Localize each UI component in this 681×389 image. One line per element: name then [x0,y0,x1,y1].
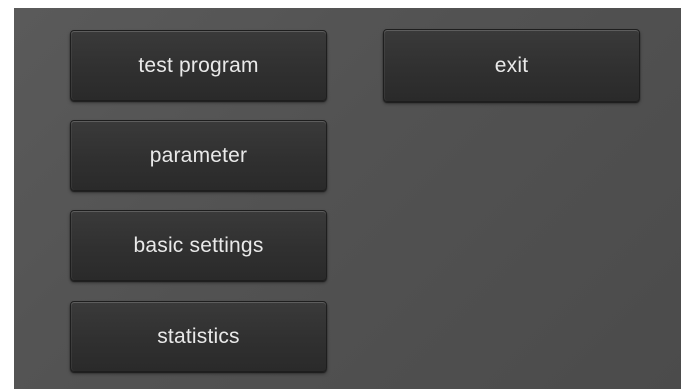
test-program-label: test program [138,53,259,77]
basic-settings-label: basic settings [133,233,264,257]
test-program-button[interactable]: test program [70,30,327,101]
statistics-label: statistics [157,324,240,348]
exit-button[interactable]: exit [383,29,640,102]
parameter-button[interactable]: parameter [70,120,327,191]
statistics-button[interactable]: statistics [70,301,327,372]
main-menu-screen: test program parameter basic settings st… [14,8,681,389]
basic-settings-button[interactable]: basic settings [70,210,327,281]
exit-label: exit [494,53,529,77]
parameter-label: parameter [149,143,248,167]
